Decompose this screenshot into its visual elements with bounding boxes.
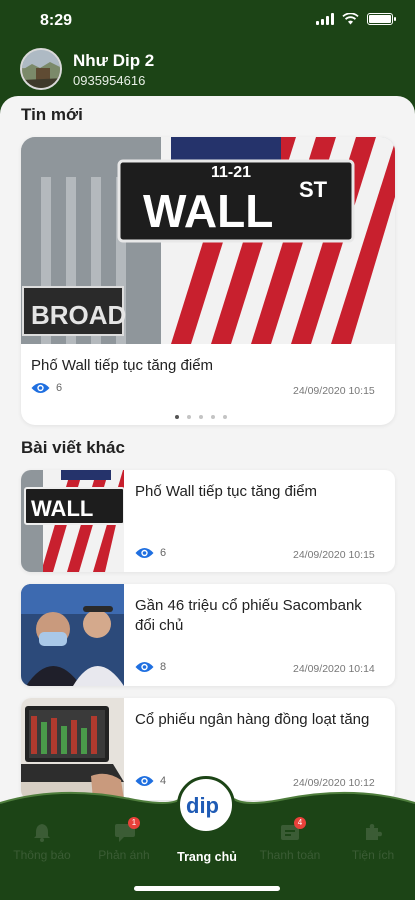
notification-badge: 1 — [128, 817, 140, 829]
user-profile[interactable]: Như Dip 2 0935954616 — [20, 47, 154, 91]
article-item[interactable]: Gần 46 triệu cổ phiếu Sacombank đổi chủ … — [21, 584, 395, 686]
wifi-icon — [342, 13, 359, 25]
sign-main-text: WALL — [143, 185, 273, 237]
section-title-latest: Tin mới — [21, 105, 83, 124]
article-views: 6 — [135, 547, 166, 559]
carousel-dot-5[interactable] — [223, 415, 227, 419]
carousel-dot-2[interactable] — [187, 415, 191, 419]
article-item[interactable]: WALL Phố Wall tiếp tục tăng điểm 6 24/09… — [21, 470, 395, 572]
notification-badge: 4 — [294, 817, 306, 829]
featured-date: 24/09/2020 10:15 — [293, 385, 375, 397]
article-view-count: 6 — [160, 547, 167, 559]
nav-label: Phản ánh — [98, 848, 150, 862]
thumb-sign-text: WALL — [31, 496, 93, 521]
article-view-count: 8 — [160, 661, 167, 673]
bell-icon — [32, 822, 52, 842]
featured-view-count: 6 — [56, 382, 63, 394]
home-button[interactable]: dip — [177, 776, 235, 834]
section-title-other: Bài viết khác — [21, 438, 125, 457]
featured-news-image: 11-21 WALL ST BROAD — [21, 137, 395, 344]
article-thumbnail: WALL — [21, 470, 124, 572]
article-thumbnail — [21, 584, 124, 686]
status-time: 8:29 — [40, 12, 73, 29]
carousel-dot-3[interactable] — [199, 415, 203, 419]
article-views: 8 — [135, 661, 166, 673]
avatar[interactable] — [20, 48, 62, 90]
carousel-pagination[interactable] — [175, 415, 227, 419]
user-name: Như Dip 2 — [73, 50, 155, 70]
article-date: 24/09/2020 10:15 — [293, 549, 375, 561]
eye-icon — [135, 548, 154, 558]
article-title[interactable]: Gần 46 triệu cổ phiếu Sacombank đổi chủ — [135, 596, 385, 636]
status-bar: 8:29 — [0, 0, 415, 44]
battery-icon — [367, 13, 396, 25]
sign-broad-text: BROAD — [31, 300, 126, 330]
user-phone: 0935954616 — [73, 72, 146, 88]
cellular-signal-icon — [316, 13, 334, 25]
puzzle-icon — [363, 822, 383, 842]
article-title[interactable]: Cổ phiếu ngân hàng đồng loạt tăng — [135, 710, 385, 730]
status-icons — [316, 13, 396, 25]
nav-item-utilities[interactable]: Tiện ích — [333, 822, 413, 862]
logo-text: dip — [186, 793, 219, 818]
nav-label: Thanh toán — [259, 848, 321, 862]
carousel-dot-1[interactable] — [175, 415, 179, 419]
eye-icon — [135, 662, 154, 672]
sign-number: 11-21 — [211, 164, 251, 181]
nav-item-feedback[interactable]: 1 Phản ánh — [84, 817, 164, 862]
dip-logo-icon: dip — [186, 793, 219, 818]
home-indicator — [134, 886, 280, 891]
nav-label-home[interactable]: Trang chủ — [166, 850, 248, 864]
nav-item-notifications[interactable]: Thông báo — [2, 822, 82, 862]
carousel-dot-4[interactable] — [211, 415, 215, 419]
nav-label: Tiện ích — [351, 848, 395, 862]
sign-st-text: ST — [299, 177, 328, 202]
featured-news-title[interactable]: Phố Wall tiếp tục tăng điểm — [31, 357, 213, 374]
article-date: 24/09/2020 10:14 — [293, 663, 375, 675]
eye-icon — [31, 383, 50, 393]
article-title[interactable]: Phố Wall tiếp tục tăng điểm — [135, 482, 385, 502]
message-icon: 1 — [114, 817, 140, 842]
nav-label: Thông báo — [13, 848, 71, 862]
payment-icon: 4 — [280, 817, 306, 842]
featured-news-card[interactable]: 11-21 WALL ST BROAD Phố Wall tiếp tục tă… — [21, 137, 395, 425]
featured-views: 6 — [31, 382, 62, 394]
nav-item-payment[interactable]: 4 Thanh toán — [250, 817, 330, 862]
